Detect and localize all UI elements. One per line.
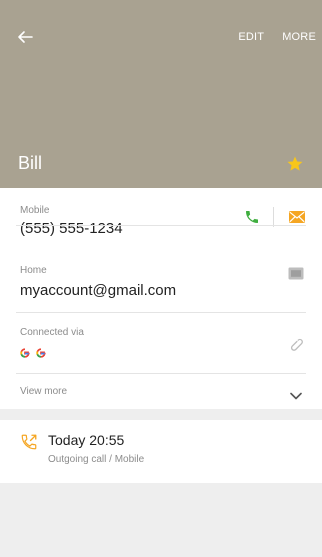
home-label: Home [20, 265, 47, 276]
edit-button[interactable]: EDIT [238, 31, 264, 43]
call-icon[interactable] [244, 209, 260, 230]
connected-via-row: Connected via [0, 314, 322, 372]
action-divider [273, 207, 274, 227]
home-email-row[interactable]: Home myaccount@gmail.com [0, 236, 322, 299]
favorite-star-icon[interactable] [286, 155, 304, 173]
view-more-label: View more [20, 386, 68, 397]
more-button[interactable]: MORE [282, 31, 316, 43]
google-account-icon[interactable] [36, 345, 46, 358]
call-log-entry[interactable]: Today 20:55 Outgoing call / Mobile [0, 420, 322, 483]
link-icon[interactable] [288, 337, 304, 358]
mobile-label: Mobile [20, 205, 50, 216]
contact-header: EDIT MORE Bill [0, 0, 322, 188]
google-account-icon[interactable] [20, 345, 30, 358]
email-icon[interactable] [288, 267, 304, 285]
back-arrow-icon[interactable] [14, 26, 36, 48]
contact-name: Bill [18, 153, 43, 173]
row-divider [16, 225, 306, 226]
view-more-row[interactable]: View more [0, 374, 322, 409]
row-divider [16, 312, 306, 313]
mobile-number: (555) 555-1234 [20, 220, 123, 237]
mobile-row[interactable]: Mobile (555) 555-1234 [0, 188, 322, 237]
message-icon[interactable] [288, 210, 306, 229]
home-email: myaccount@gmail.com [20, 282, 177, 299]
header-actions: EDIT MORE [238, 31, 322, 43]
call-detail: Outgoing call / Mobile [48, 454, 145, 465]
chevron-down-icon[interactable] [290, 387, 302, 405]
call-time: Today 20:55 [48, 432, 125, 448]
outgoing-call-icon [20, 433, 38, 456]
contact-details-card: Mobile (555) 555-1234 Home myaccount@gma… [0, 188, 322, 409]
connected-via-label: Connected via [20, 327, 84, 338]
